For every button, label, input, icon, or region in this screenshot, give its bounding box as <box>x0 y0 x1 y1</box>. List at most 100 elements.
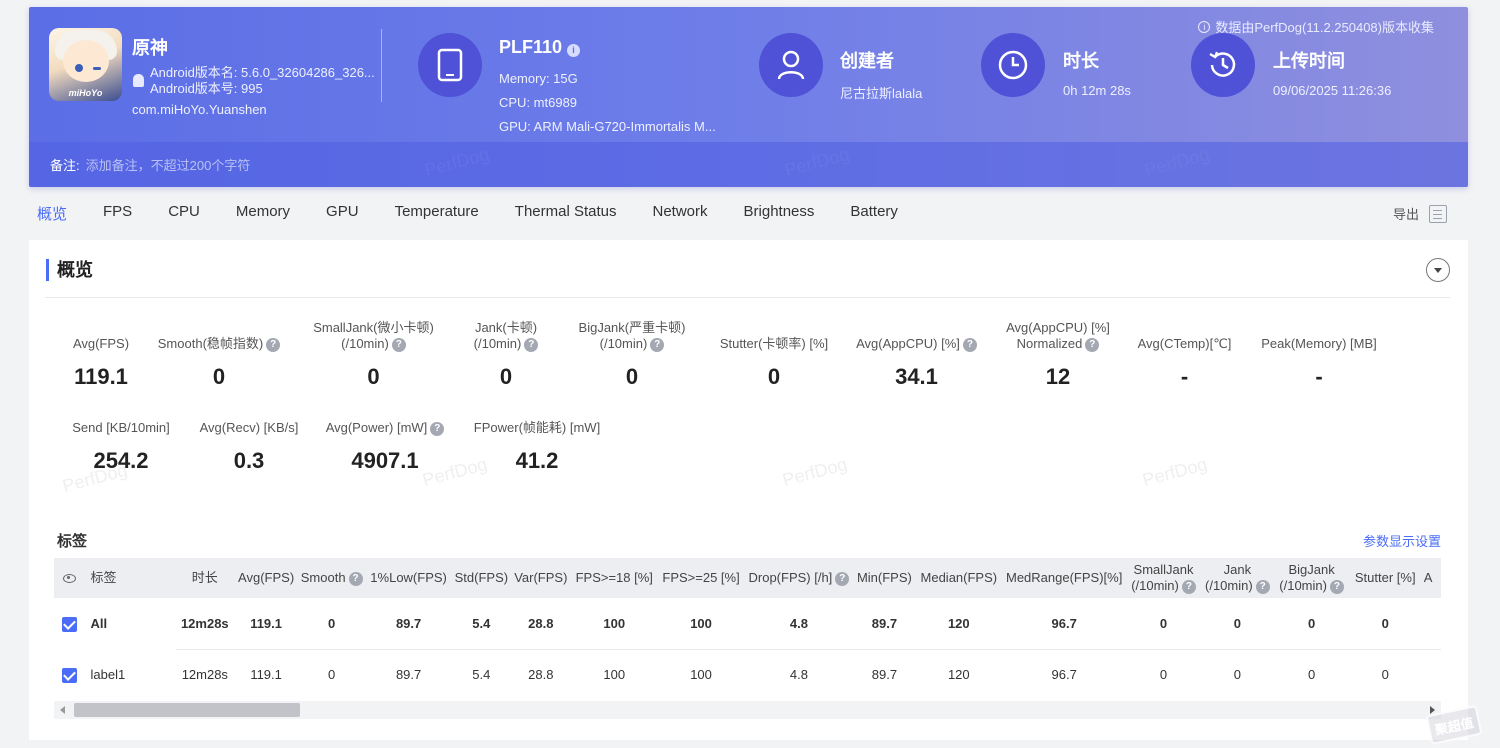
panel-title: 概览 <box>46 259 93 281</box>
table-cell <box>1421 598 1441 650</box>
table-cell: 0 <box>1200 598 1275 650</box>
remark-bar[interactable]: 备注: 添加备注，不超过200个字符 <box>29 142 1468 187</box>
metric-value: 0 <box>767 364 781 389</box>
column-header: BigJank (/10min)? <box>1275 558 1349 598</box>
table-row[interactable]: label1 12m28s 119.1 0 89.7 5.4 28.8 100 … <box>54 649 1441 700</box>
metric-label: Avg(CTemp)[℃] <box>1137 336 1232 351</box>
tab-thermal-status[interactable]: Thermal Status <box>515 203 617 224</box>
metric-value: 12 <box>1045 364 1071 389</box>
table-cell: 96.7 <box>1001 598 1127 650</box>
help-icon[interactable]: ? <box>1181 579 1196 594</box>
column-header: SmallJank (/10min)? <box>1127 558 1200 598</box>
row-label: label1 <box>90 667 126 682</box>
duration-value: 0h 12m 28s <box>1063 83 1131 98</box>
table-cell: 89.7 <box>364 598 453 650</box>
header-divider <box>381 29 382 102</box>
help-icon[interactable]: ? <box>835 571 850 586</box>
help-icon[interactable]: ? <box>1085 337 1100 352</box>
column-header: Std(FPS) <box>454 570 509 585</box>
clock-icon <box>981 33 1045 97</box>
column-header: Avg(FPS) <box>238 570 295 585</box>
table-cell: 28.8 <box>528 667 554 683</box>
row-checkbox[interactable] <box>61 616 77 632</box>
column-header: Smooth? <box>299 558 365 598</box>
tab-memory[interactable]: Memory <box>236 203 290 224</box>
help-icon[interactable]: ? <box>391 337 406 352</box>
column-header: Jank (/10min)? <box>1200 558 1274 598</box>
metric-label: Send [KB/10min] <box>72 420 170 435</box>
collapse-icon[interactable] <box>1426 258 1450 282</box>
app-logo-text: miHoYo <box>68 88 103 98</box>
help-icon[interactable]: ? <box>1255 579 1270 594</box>
table-cell: 96.7 <box>1051 667 1077 683</box>
table-cell: 0 <box>298 598 365 650</box>
watermark: PerfDog <box>780 453 850 491</box>
tab-cpu[interactable]: CPU <box>168 203 200 224</box>
android-icon <box>132 74 145 88</box>
table-cell: 89.7 <box>852 598 917 650</box>
overview-panel: 概览 PerfDog PerfDog PerfDog PerfDog Avg(F… <box>29 240 1468 740</box>
help-icon[interactable]: ? <box>1329 579 1344 594</box>
creator-title: 创建者 <box>840 51 894 71</box>
export-icon <box>1429 204 1447 223</box>
metric-avg-power: Avg(Power) [mW]? 4907.1 <box>315 404 455 474</box>
scrollbar-thumb[interactable] <box>74 703 300 717</box>
help-icon[interactable]: ? <box>266 338 281 352</box>
tab-brightness[interactable]: Brightness <box>744 203 815 224</box>
table-cell: 5.4 <box>452 598 511 650</box>
tab-battery[interactable]: Battery <box>850 203 898 224</box>
column-visibility[interactable] <box>54 558 85 598</box>
help-icon[interactable]: ? <box>524 337 539 352</box>
metric-peak-memory: Peak(Memory) [MB] - <box>1249 320 1389 390</box>
help-icon[interactable]: ? <box>650 337 665 352</box>
column-header: A <box>1423 570 1433 585</box>
metric-avg-recv: Avg(Recv) [KB/s] 0.3 <box>189 404 309 474</box>
metric-stutter: Stutter(卡顿率) [%] 0 <box>709 320 839 390</box>
table-cell: 119.1 <box>233 598 299 650</box>
app-name: 原神 <box>132 38 168 58</box>
app-version-code: Android版本号: 995 <box>150 81 263 96</box>
export-button[interactable]: 导出 <box>1393 204 1447 223</box>
table-cell: 100 <box>656 598 746 650</box>
help-icon[interactable]: ? <box>962 338 977 352</box>
source-note: i 数据由PerfDog(11.2.250408)版本收集 <box>1198 17 1434 36</box>
tab-fps[interactable]: FPS <box>103 203 132 224</box>
metric-label: FPower(帧能耗) [mW] <box>473 420 601 435</box>
table-cell: 12m28s <box>181 667 228 683</box>
param-settings-link[interactable]: 参数显示设置 <box>1363 531 1441 550</box>
app-icon: miHoYo <box>49 28 122 101</box>
table-cell: 120 <box>916 598 1002 650</box>
table-cell: 119.1 <box>250 667 282 683</box>
column-header: 标签 <box>90 570 117 585</box>
eye-icon[interactable] <box>62 574 76 584</box>
metric-appcpu-normalized: Avg(AppCPU) [%] Normalized? 12 <box>989 320 1127 390</box>
metric-value: 4907.1 <box>351 448 419 473</box>
tab-gpu[interactable]: GPU <box>326 203 359 224</box>
table-cell: 5.4 <box>472 667 491 683</box>
row-checkbox[interactable] <box>61 667 77 683</box>
metric-label: SmallJank(微小卡顿) (/10min)? <box>313 320 434 352</box>
metric-value: 119.1 <box>74 364 128 389</box>
metric-value: 0 <box>625 364 639 389</box>
metric-label: Peak(Memory) [MB] <box>1261 336 1377 351</box>
help-icon[interactable]: ? <box>348 571 363 586</box>
app-package: com.miHoYo.Yuanshen <box>132 102 267 117</box>
remark-input[interactable]: 添加备注，不超过200个字符 <box>86 155 251 174</box>
phone-icon <box>418 33 482 97</box>
column-header: Var(FPS) <box>514 570 568 585</box>
row-label: All <box>90 616 108 631</box>
metric-value: 0 <box>212 364 226 389</box>
help-icon[interactable]: ? <box>430 422 445 436</box>
device-info-icon[interactable]: i <box>567 43 581 57</box>
tab-network[interactable]: Network <box>653 203 708 224</box>
column-header: FPS>=18 [%] <box>575 570 653 585</box>
column-header: FPS>=25 [%] <box>662 570 740 585</box>
horizontal-scrollbar[interactable] <box>54 701 1441 719</box>
table-row[interactable]: All 12m28s 119.1 0 89.7 5.4 28.8 100 100… <box>54 598 1441 650</box>
tab-overview[interactable]: 概览 <box>37 203 67 224</box>
tab-temperature[interactable]: Temperature <box>395 203 479 224</box>
metric-avg-appcpu: Avg(AppCPU) [%]? 34.1 <box>844 320 989 390</box>
metric-value: 0 <box>499 364 513 389</box>
duration-title: 时长 <box>1063 51 1099 71</box>
scroll-left-icon[interactable] <box>60 706 65 714</box>
